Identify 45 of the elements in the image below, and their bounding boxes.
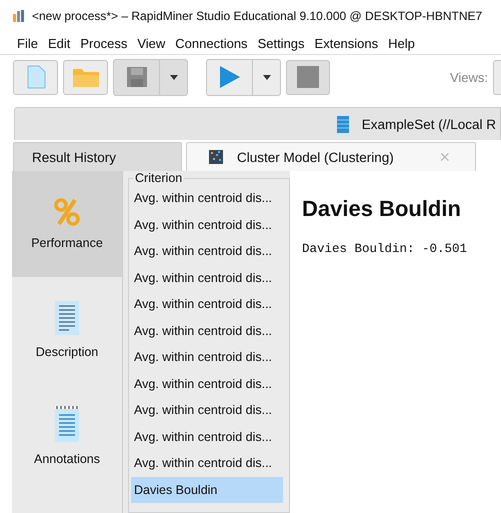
criterion-item[interactable]: Avg. within centroid dis... [131, 397, 283, 424]
criterion-item[interactable]: Avg. within centroid dis... [131, 424, 283, 450]
criterion-item[interactable]: Davies Bouldin [131, 476, 283, 503]
menu-item[interactable]: File [17, 36, 38, 50]
criterion-item[interactable]: Avg. within centroid dis... [131, 370, 283, 397]
views-label: Views: [450, 70, 488, 84]
menu-item[interactable]: Settings [258, 36, 305, 50]
cluster-grid-icon [209, 150, 223, 164]
caret-icon [262, 74, 270, 80]
percent-icon [54, 198, 80, 226]
side-nav-item[interactable]: Annotations [12, 383, 122, 489]
menu-item[interactable]: Connections [175, 36, 248, 50]
criterion-item[interactable]: Avg. within centroid dis... [131, 291, 283, 318]
menu-item[interactable]: Help [388, 36, 415, 50]
result-heading: Davies Bouldin [302, 196, 462, 222]
criterion-label: Criterion [134, 171, 184, 185]
side-nav-item[interactable]: Performance [12, 171, 122, 277]
criterion-item[interactable]: Avg. within centroid dis... [131, 264, 283, 291]
document-icon [26, 65, 46, 89]
table-icon [336, 116, 349, 132]
menu-item[interactable]: Edit [48, 36, 70, 50]
notepad-icon [55, 406, 79, 442]
document-icon [55, 301, 79, 335]
tab[interactable]: Cluster Model (Clustering) × [186, 142, 476, 171]
menu-item[interactable]: Extensions [314, 36, 378, 50]
stop-button[interactable] [286, 60, 330, 94]
result-value: Davies Bouldin: -0.501 [302, 242, 468, 256]
menu-item[interactable]: Process [80, 36, 128, 50]
criterion-item[interactable]: Avg. within centroid dis... [131, 238, 283, 264]
side-nav-item[interactable]: Description [12, 277, 122, 383]
criterion-item[interactable]: Avg. within centroid dis... [131, 185, 283, 212]
folder-icon [72, 66, 100, 88]
criterion-item[interactable]: Avg. within centroid dis... [131, 450, 283, 476]
play-icon [218, 65, 240, 89]
menu-item[interactable]: View [137, 36, 166, 50]
criterion-item[interactable]: Avg. within centroid dis... [131, 344, 283, 370]
criterion-item[interactable]: Avg. within centroid dis... [131, 318, 283, 344]
tab[interactable]: Result History [13, 142, 182, 171]
new-file-button[interactable] [13, 60, 58, 94]
window-title: <new process*> – RapidMiner Studio Educational 9.10.000 @ DESKTOP-HBNTNE7 [32, 9, 482, 23]
app-logo-icon [12, 9, 26, 23]
criterion-item[interactable]: Avg. within centroid dis... [131, 212, 283, 238]
open-folder-button[interactable] [63, 60, 108, 94]
stop-icon [297, 66, 319, 88]
caret-icon [170, 74, 178, 80]
